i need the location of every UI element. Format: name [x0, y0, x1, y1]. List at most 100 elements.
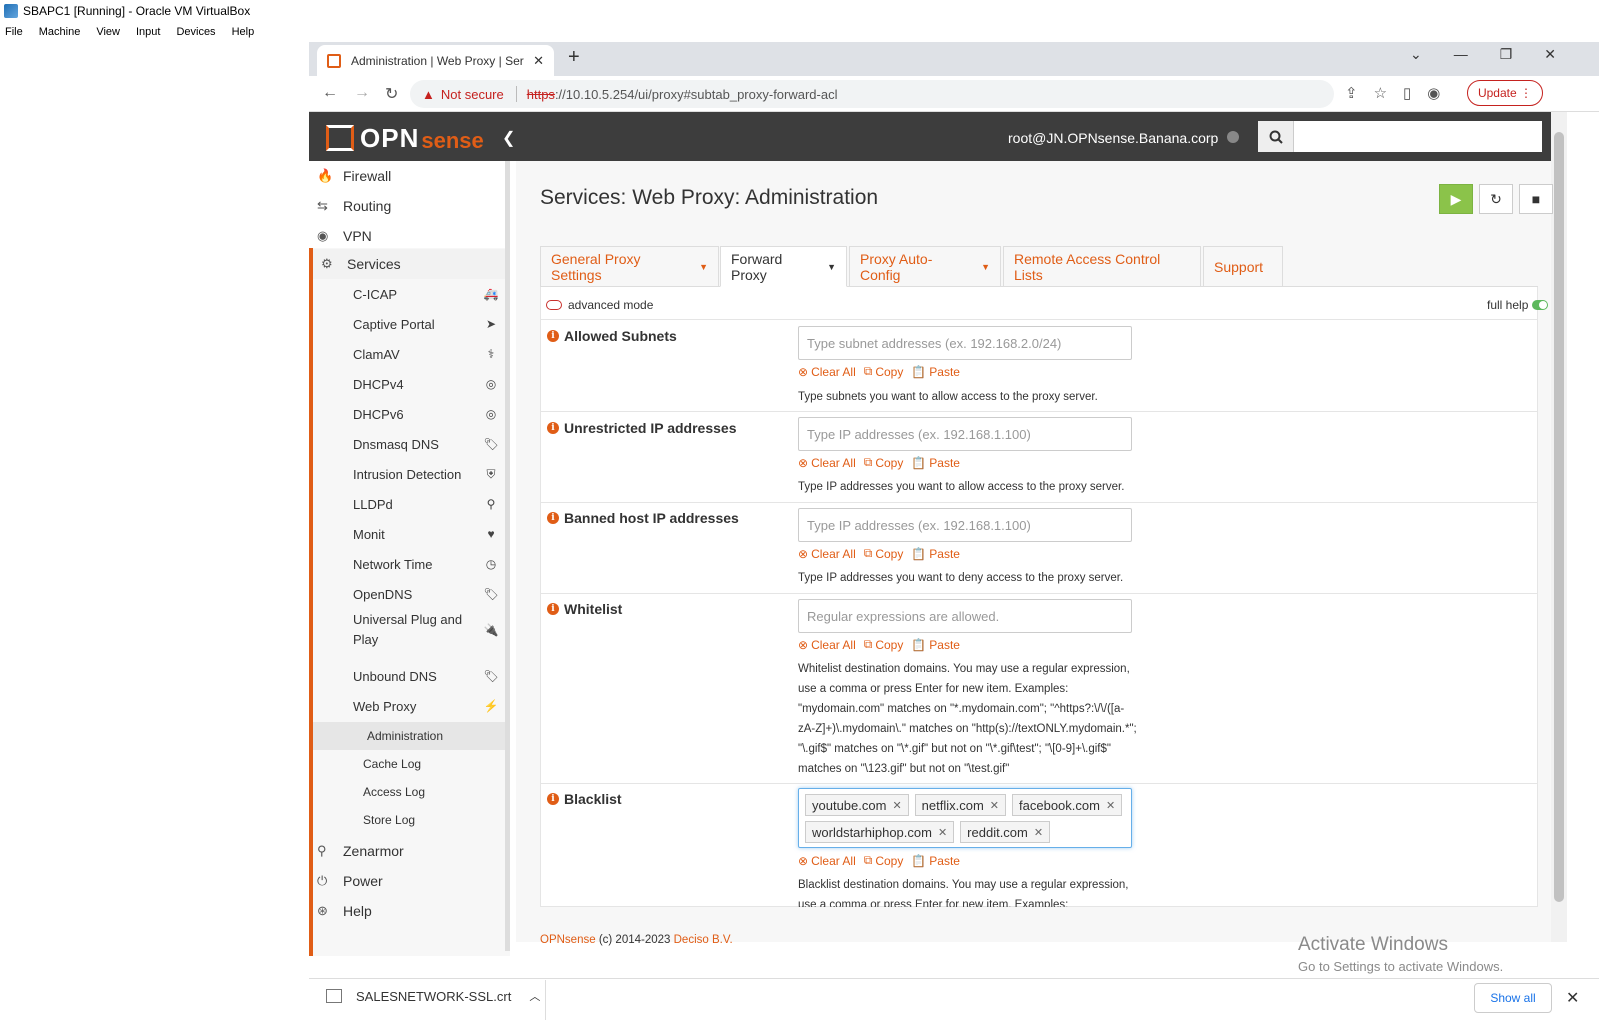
update-button[interactable]: Update ⋮ [1467, 80, 1543, 106]
sidebar-item-administration[interactable]: Administration [309, 722, 510, 750]
vbox-menu-view[interactable]: View [91, 22, 125, 42]
sidebar-item-routing[interactable]: ⇆ Routing [309, 191, 510, 221]
page-scrollbar[interactable] [1551, 112, 1567, 942]
sidebar-item-lldpd[interactable]: LLDPd ⚲ [309, 489, 510, 519]
search-input[interactable] [1294, 121, 1542, 152]
sidebar-item-monit[interactable]: Monit ♥ [309, 519, 510, 549]
clear-all-button[interactable]: ⊗ Clear All [798, 364, 856, 379]
maximize-icon[interactable]: ❐ [1500, 46, 1513, 63]
copy-button[interactable]: ⧉ Copy [864, 455, 904, 470]
footer-company-link[interactable]: Deciso B.V. [674, 934, 733, 946]
status-indicator-icon[interactable] [1227, 131, 1239, 143]
copy-button[interactable]: ⧉ Copy [864, 853, 904, 868]
clear-all-button[interactable]: ⊗ Clear All [798, 853, 856, 868]
stop-service-button[interactable]: ■ [1519, 184, 1553, 214]
info-icon[interactable]: i [547, 512, 559, 524]
remove-tag-icon[interactable]: ✕ [892, 799, 901, 812]
tab-proxy-auto-config[interactable]: Proxy Auto-Config ▼ [849, 246, 1001, 287]
sidebar-item-opendns[interactable]: OpenDNS 🏷 [309, 579, 510, 609]
sidebar-item-upnp[interactable]: Universal Plug and Play 🔌 [309, 609, 510, 651]
sidebar-item-vpn[interactable]: ◉ VPN [309, 221, 510, 251]
close-window-icon[interactable]: ✕ [1544, 46, 1556, 63]
info-icon[interactable]: i [547, 793, 559, 805]
copy-button[interactable]: ⧉ Copy [864, 364, 904, 379]
new-tab-button[interactable]: + [568, 46, 580, 69]
sidebar-item-firewall[interactable]: 🔥 Firewall [309, 161, 510, 191]
sidebar-item-unbound-dns[interactable]: Unbound DNS 🏷 [309, 661, 510, 691]
sidebar-item-zenarmor[interactable]: ⚲ Zenarmor [309, 836, 510, 866]
vbox-menu-machine[interactable]: Machine [34, 22, 86, 42]
scrollbar-thumb[interactable] [1554, 132, 1564, 902]
paste-button[interactable]: 📋 Paste [911, 853, 960, 868]
tab-close-icon[interactable]: ✕ [533, 53, 544, 69]
restart-service-button[interactable]: ↻ [1479, 184, 1513, 214]
tag-chip[interactable]: reddit.com ✕ [960, 821, 1051, 843]
opnsense-logo[interactable]: OPN sense [326, 122, 484, 154]
sidebar-scrollbar[interactable] [505, 161, 510, 951]
sidebar-item-dnsmasq-dns[interactable]: Dnsmasq DNS 🏷 [309, 429, 510, 459]
full-help-toggle[interactable]: full help [1487, 298, 1549, 312]
paste-button[interactable]: 📋 Paste [911, 546, 960, 561]
remove-tag-icon[interactable]: ✕ [938, 826, 947, 839]
paste-button[interactable]: 📋 Paste [911, 637, 960, 652]
sidebar-item-intrusion-detection[interactable]: Intrusion Detection ⛨ [309, 459, 510, 489]
sidebar-item-power[interactable]: ⏻ Power [309, 866, 510, 896]
copy-button[interactable]: ⧉ Copy [864, 546, 904, 561]
forward-icon[interactable]: → [354, 84, 370, 102]
vbox-menu-help[interactable]: Help [227, 22, 260, 42]
footer-brand-link[interactable]: OPNsense [540, 934, 596, 946]
browser-tab-active[interactable]: Administration | Web Proxy | Ser ✕ [317, 45, 554, 76]
remove-tag-icon[interactable]: ✕ [1106, 799, 1115, 812]
reload-icon[interactable]: ↻ [385, 84, 398, 104]
tab-remote-acl[interactable]: Remote Access Control Lists [1003, 246, 1201, 287]
info-icon[interactable]: i [547, 330, 559, 342]
sidebar-item-access-log[interactable]: Access Log [309, 778, 510, 806]
side-panel-icon[interactable]: ▯ [1403, 84, 1411, 102]
sidebar-item-network-time[interactable]: Network Time ◷ [309, 549, 510, 579]
collapse-sidebar-icon[interactable]: ❮ [502, 128, 515, 148]
close-download-bar-icon[interactable]: ✕ [1566, 988, 1579, 1008]
tab-forward-proxy[interactable]: Forward Proxy ▼ [720, 246, 847, 287]
tag-chip[interactable]: youtube.com ✕ [805, 794, 909, 816]
minimize-icon[interactable]: — [1454, 46, 1468, 63]
remove-tag-icon[interactable]: ✕ [1034, 826, 1043, 839]
info-icon[interactable]: i [547, 603, 559, 615]
tag-chip[interactable]: facebook.com ✕ [1012, 794, 1123, 816]
sidebar-item-captive-portal[interactable]: Captive Portal ➤ [309, 309, 510, 339]
sidebar-item-help[interactable]: ⊛ Help [309, 896, 510, 926]
sidebar-item-clamav[interactable]: ClamAV ⚕ [309, 339, 510, 369]
download-item[interactable]: SALESNETWORK-SSL.crt ︿ [326, 988, 540, 1004]
chevron-up-icon[interactable]: ︿ [529, 988, 540, 1004]
allowed-subnets-input[interactable]: Type subnet addresses (ex. 192.168.2.0/2… [798, 326, 1132, 360]
info-icon[interactable]: i [547, 422, 559, 434]
whitelist-input[interactable]: Regular expressions are allowed. [798, 599, 1132, 633]
sidebar-item-store-log[interactable]: Store Log [309, 806, 510, 834]
share-icon[interactable]: ⇪ [1345, 84, 1358, 102]
paste-button[interactable]: 📋 Paste [911, 364, 960, 379]
paste-button[interactable]: 📋 Paste [911, 455, 960, 470]
clear-all-button[interactable]: ⊗ Clear All [798, 546, 856, 561]
tab-list-icon[interactable]: ⌄ [1410, 46, 1422, 63]
start-service-button[interactable]: ▶ [1439, 184, 1473, 214]
clear-all-button[interactable]: ⊗ Clear All [798, 455, 856, 470]
remove-tag-icon[interactable]: ✕ [990, 799, 999, 812]
advanced-mode-toggle[interactable]: advanced mode [546, 298, 653, 312]
vbox-menu-input[interactable]: Input [131, 22, 165, 42]
profile-icon[interactable]: ◉ [1427, 84, 1440, 102]
search-icon[interactable] [1258, 121, 1294, 152]
tag-chip[interactable]: netflix.com ✕ [914, 794, 1007, 816]
sidebar-item-cache-log[interactable]: Cache Log [309, 750, 510, 778]
sidebar-item-dhcpv4[interactable]: DHCPv4 ◎ [309, 369, 510, 399]
tag-chip[interactable]: worldstarhiphop.com ✕ [805, 821, 955, 843]
sidebar-item-c-icap[interactable]: C-ICAP 🚑 [309, 279, 510, 309]
sidebar-item-dhcpv6[interactable]: DHCPv6 ◎ [309, 399, 510, 429]
copy-button[interactable]: ⧉ Copy [864, 637, 904, 652]
unrestricted-ip-input[interactable]: Type IP addresses (ex. 192.168.1.100) [798, 417, 1132, 451]
banned-host-input[interactable]: Type IP addresses (ex. 192.168.1.100) [798, 508, 1132, 542]
user-label[interactable]: root@JN.OPNsense.Banana.corp [1008, 130, 1218, 146]
sidebar-item-services[interactable]: ⚙ Services [309, 249, 510, 279]
address-bar[interactable]: ▲ Not secure https ://10.10.5.254/ui/pro… [410, 80, 1334, 108]
vbox-menu-devices[interactable]: Devices [171, 22, 220, 42]
back-icon[interactable]: ← [322, 84, 338, 102]
sidebar-item-web-proxy[interactable]: Web Proxy ⚡ [309, 691, 510, 721]
